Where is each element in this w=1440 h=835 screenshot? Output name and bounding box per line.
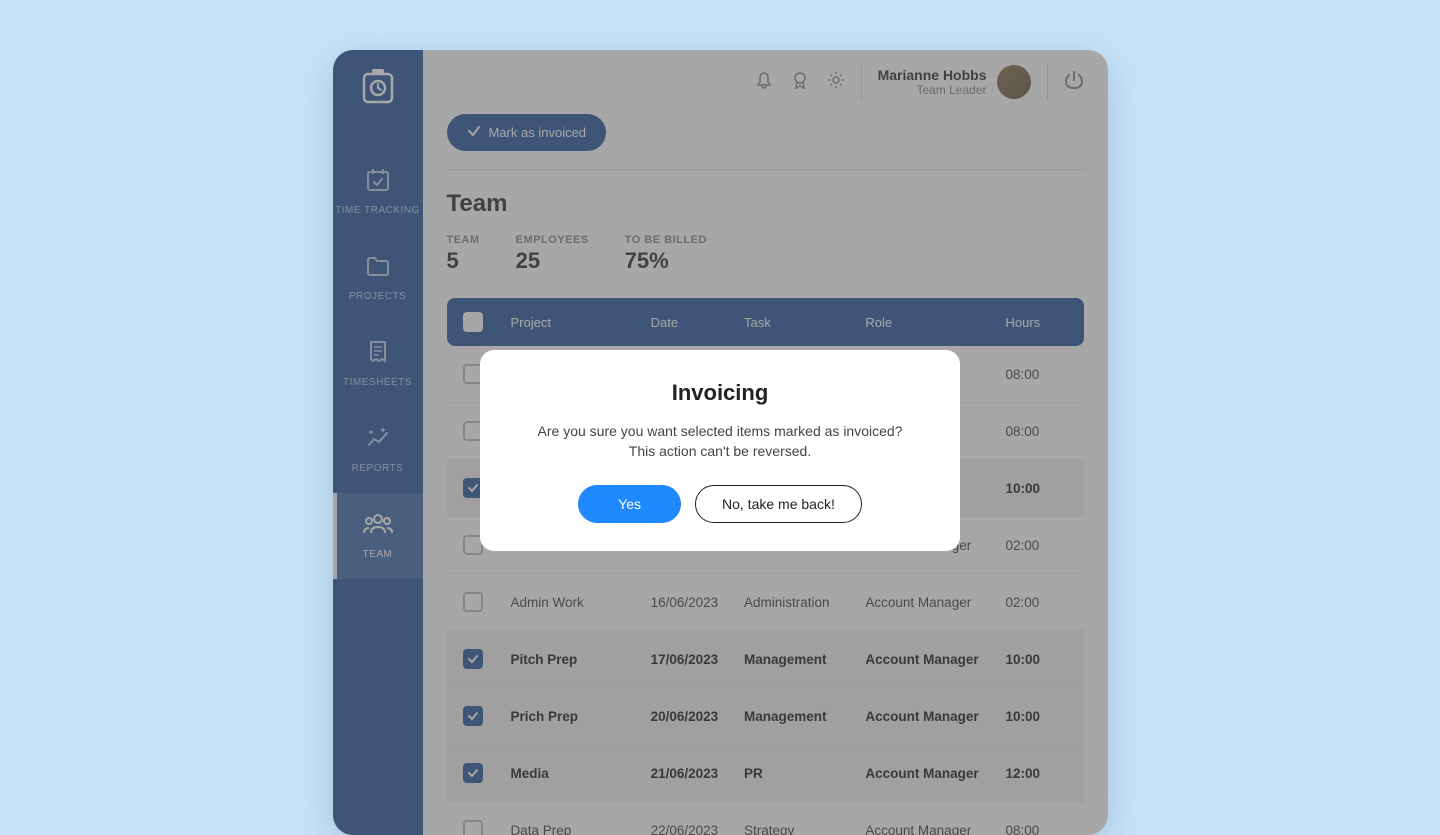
modal-message: Are you sure you want selected items mar… [512, 422, 928, 461]
invoicing-modal: Invoicing Are you sure you want selected… [480, 350, 960, 551]
confirm-yes-button[interactable]: Yes [578, 485, 681, 523]
modal-buttons: Yes No, take me back! [512, 485, 928, 523]
confirm-no-button[interactable]: No, take me back! [695, 485, 862, 523]
modal-title: Invoicing [512, 380, 928, 406]
modal-overlay[interactable]: Invoicing Are you sure you want selected… [333, 50, 1108, 835]
app-window: TIME TRACKING PROJECTS TIMESHEETS [333, 50, 1108, 835]
